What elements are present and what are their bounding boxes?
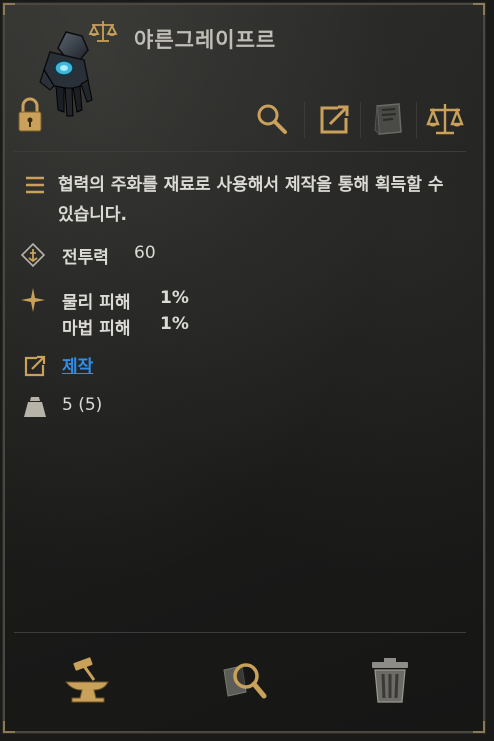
- frame-corner: [3, 721, 15, 733]
- craft-link[interactable]: 제작: [62, 352, 93, 377]
- toolbar-divider: [360, 102, 361, 138]
- frame-corner: [473, 3, 485, 15]
- combat-power-value: 60: [134, 243, 156, 263]
- item-title: 야른그레이프르: [134, 28, 277, 52]
- magnifier-icon[interactable]: [252, 98, 292, 140]
- external-link-icon[interactable]: [314, 98, 354, 140]
- anvil-hammer-icon[interactable]: [60, 652, 116, 708]
- map-icon[interactable]: [369, 98, 409, 140]
- magic-damage-value: 1%: [160, 314, 189, 334]
- magic-damage-label: 마법 피해: [62, 319, 131, 339]
- external-link-icon: [24, 355, 46, 377]
- toolbar-divider: [416, 102, 417, 138]
- weight-value: 5 (5): [62, 395, 103, 415]
- sparkle-icon: [21, 288, 45, 312]
- lock-icon[interactable]: [16, 96, 44, 134]
- physical-damage-label: 물리 피해: [62, 293, 131, 313]
- trash-icon[interactable]: [362, 652, 418, 708]
- item-description: 협력의 주화를 재료로 사용해서 제작을 통해 획득할 수 있습니다.: [58, 175, 444, 225]
- scale-icon: [88, 21, 118, 42]
- weight-icon: [24, 397, 46, 417]
- list-icon: [26, 176, 44, 194]
- combat-power-icon: [20, 242, 46, 268]
- physical-damage-value: 1%: [160, 288, 189, 308]
- combat-power-label: 전투력: [62, 248, 109, 268]
- inspect-icon[interactable]: [216, 652, 272, 708]
- frame-corner: [473, 721, 485, 733]
- header-divider: [14, 151, 466, 152]
- scale-icon[interactable]: [425, 98, 465, 140]
- footer-divider: [14, 632, 466, 633]
- toolbar-divider: [304, 102, 305, 138]
- frame-corner: [3, 3, 15, 15]
